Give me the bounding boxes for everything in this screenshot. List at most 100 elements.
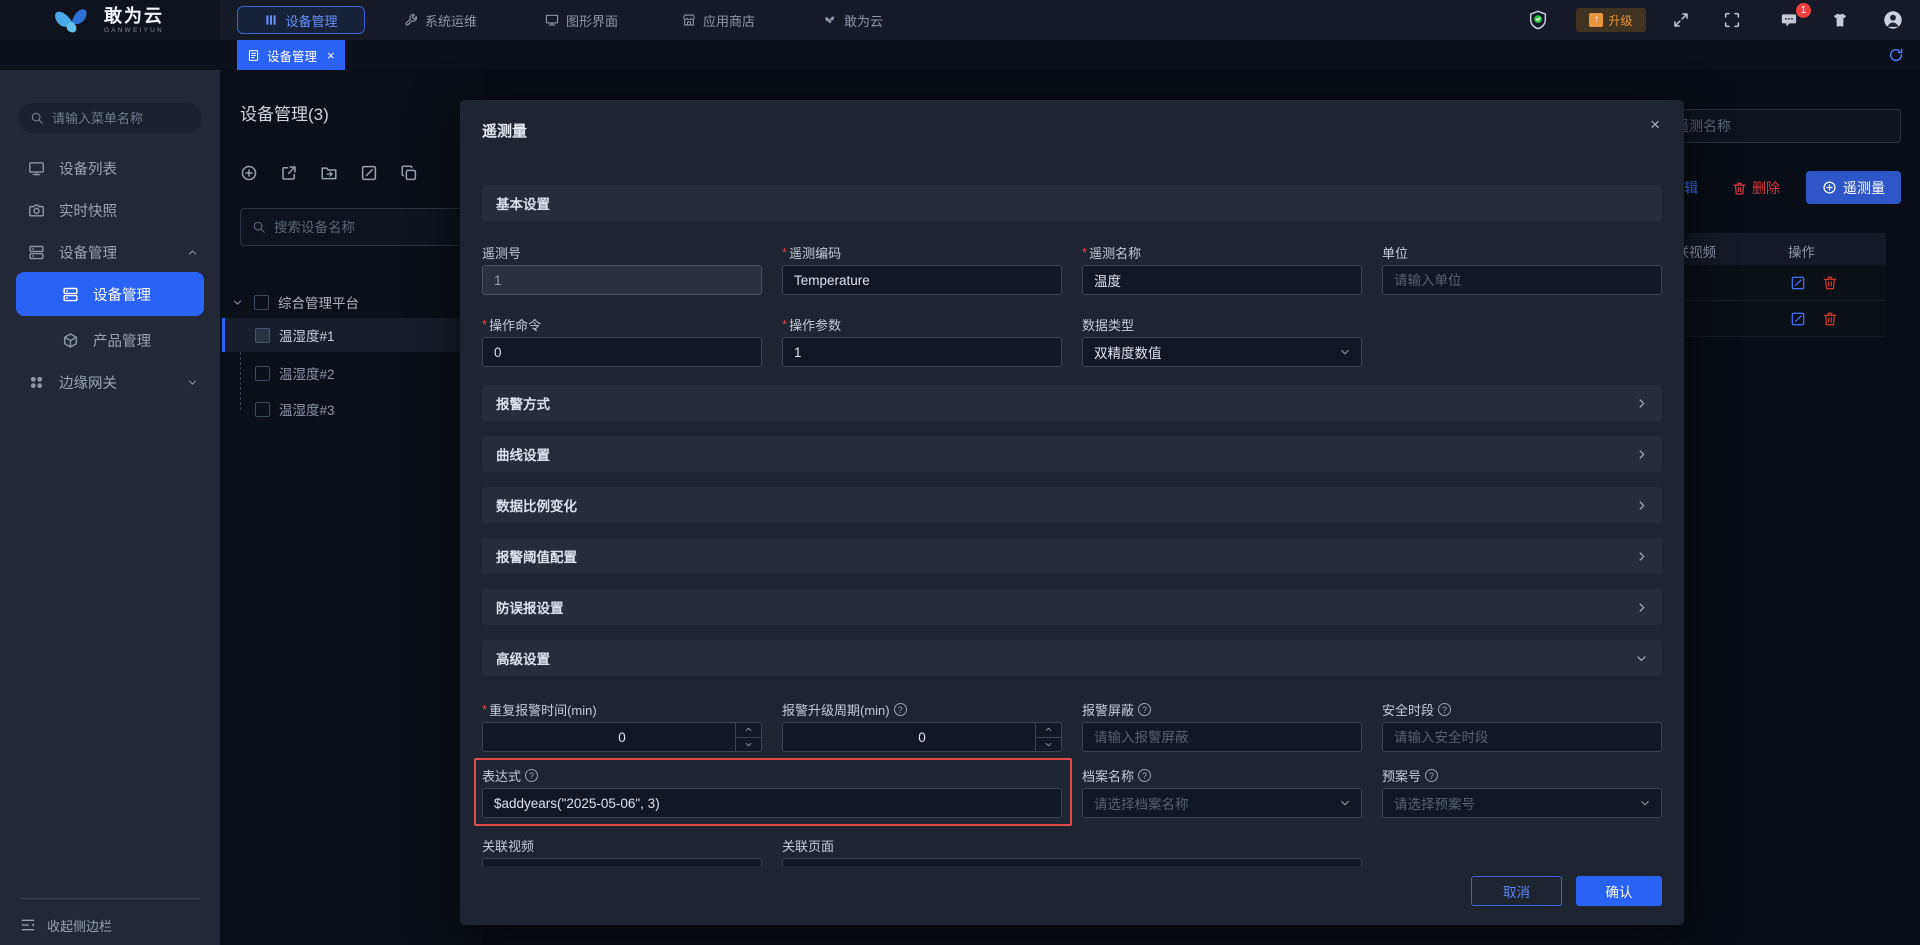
field-label-command: 操作命令 <box>482 315 541 334</box>
sidebar: 设备列表 实时快照 设备管理 设备管理 产品管理 边缘网关 收起侧边栏 <box>0 40 220 945</box>
device-search-input[interactable] <box>274 220 444 235</box>
confirm-button[interactable]: 确认 <box>1576 876 1662 906</box>
unit-field[interactable] <box>1382 265 1662 295</box>
fullscreen-icon[interactable] <box>1672 11 1690 29</box>
sidebar-item-snapshot[interactable]: 实时快照 <box>0 194 220 226</box>
server-icon <box>62 286 79 303</box>
tree-item-checkbox[interactable] <box>255 366 270 381</box>
tab-close-icon[interactable]: × <box>327 48 335 63</box>
tree-item-label: 温湿度#2 <box>279 363 335 383</box>
edit-icon[interactable] <box>360 164 378 182</box>
section-advanced-settings[interactable]: 高级设置 <box>482 640 1662 676</box>
store-icon <box>682 13 696 27</box>
chevron-up-icon <box>744 725 753 734</box>
sidebar-group-device-management[interactable]: 设备管理 <box>0 236 220 268</box>
search-icon <box>252 220 266 234</box>
help-icon[interactable]: ? <box>894 703 907 716</box>
nav-item-system-ops[interactable]: 系统运维 <box>404 0 477 40</box>
sidebar-item-label: 设备管理 <box>59 242 117 263</box>
section-data-scale[interactable]: 数据比例变化 <box>482 487 1662 523</box>
refresh-icon[interactable] <box>1888 47 1904 63</box>
stepper-down-button[interactable] <box>1036 738 1061 752</box>
repeat-alarm-input[interactable] <box>483 723 761 751</box>
help-icon[interactable]: ? <box>1438 703 1451 716</box>
section-alarm-method[interactable]: 报警方式 <box>482 385 1662 421</box>
param-field[interactable] <box>782 337 1062 367</box>
sidebar-search-input[interactable] <box>52 111 182 126</box>
tab-device-management[interactable]: 设备管理 × <box>237 40 345 70</box>
tree-item-checkbox[interactable] <box>255 328 270 343</box>
stepper-up-button[interactable] <box>1036 723 1061 738</box>
sidebar-search[interactable] <box>18 103 202 133</box>
safe-period-field[interactable] <box>1382 722 1662 752</box>
stepper-down-button[interactable] <box>736 738 761 752</box>
telemetry-modal: 遥测量 基本设置 遥测号 遥测编码 遥测名称 单位 操作命令 操作参数 数据类型 <box>460 100 1684 925</box>
sidebar-group-edge-gateway[interactable]: 边缘网关 <box>0 366 220 398</box>
tree-item-sensor-1[interactable]: 温湿度#1 <box>222 318 481 352</box>
cancel-button[interactable]: 取消 <box>1471 876 1562 906</box>
nav-item-device-management[interactable]: 设备管理 <box>237 6 365 34</box>
export-icon[interactable] <box>280 164 298 182</box>
modal-close-icon[interactable]: × <box>1650 116 1660 133</box>
theme-shirt-icon[interactable] <box>1831 11 1849 29</box>
tree-item-sensor-3[interactable]: 温湿度#3 <box>222 392 481 426</box>
upgrade-button[interactable]: ↑ 升级 <box>1576 8 1646 32</box>
help-icon[interactable]: ? <box>1138 769 1151 782</box>
tree-item-sensor-2[interactable]: 温湿度#2 <box>222 356 481 390</box>
nav-item-ganwei-cloud[interactable]: 敢为云 <box>823 0 883 40</box>
command-field[interactable] <box>482 337 762 367</box>
telemetry-code-field[interactable] <box>782 265 1062 295</box>
nav-label: 图形界面 <box>566 11 618 30</box>
row-edit-icon[interactable] <box>1790 275 1806 291</box>
sidebar-item-device-management-active[interactable]: 设备管理 <box>16 272 204 316</box>
collapse-sidebar-button[interactable]: 收起侧边栏 <box>0 912 220 938</box>
related-page-select[interactable] <box>782 858 1362 866</box>
add-device-icon[interactable] <box>240 164 258 182</box>
nav-label: 应用商店 <box>703 11 755 30</box>
help-icon[interactable]: ? <box>1425 769 1438 782</box>
nav-label: 设备管理 <box>285 11 337 30</box>
add-telemetry-button[interactable]: 遥测量 <box>1806 171 1901 204</box>
stepper-controls <box>735 723 761 751</box>
tree-root-platform[interactable]: 综合管理平台 <box>220 290 481 314</box>
data-type-value: 双精度数值 <box>1094 342 1162 362</box>
chevron-up-icon <box>187 247 198 258</box>
alarm-mask-field[interactable] <box>1082 722 1362 752</box>
nav-item-app-store[interactable]: 应用商店 <box>682 0 755 40</box>
help-icon[interactable]: ? <box>525 769 538 782</box>
user-avatar[interactable] <box>1882 9 1904 31</box>
tab-bar: 设备管理 × <box>0 40 1920 70</box>
repeat-alarm-stepper[interactable] <box>482 722 762 752</box>
row-delete-icon[interactable] <box>1822 275 1838 291</box>
tree-item-checkbox[interactable] <box>255 402 270 417</box>
device-search[interactable] <box>240 208 486 246</box>
move-to-folder-icon[interactable] <box>320 164 338 182</box>
plan-select[interactable]: 请选择预案号 <box>1382 788 1662 818</box>
caret-down-icon[interactable] <box>232 297 243 308</box>
data-type-select[interactable]: 双精度数值 <box>1082 337 1362 367</box>
sidebar-item-device-list[interactable]: 设备列表 <box>0 152 220 184</box>
archive-select[interactable]: 请选择档案名称 <box>1082 788 1362 818</box>
butterfly-icon <box>823 13 837 27</box>
delete-telemetry-button[interactable]: 删除 <box>1732 178 1780 198</box>
row-delete-icon[interactable] <box>1822 311 1838 327</box>
upgrade-cycle-stepper[interactable] <box>782 722 1062 752</box>
section-curve-settings[interactable]: 曲线设置 <box>482 436 1662 472</box>
expression-field[interactable] <box>482 788 1062 818</box>
nav-item-graphic-ui[interactable]: 图形界面 <box>545 0 618 40</box>
section-false-alarm[interactable]: 防误报设置 <box>482 589 1662 625</box>
stepper-up-button[interactable] <box>736 723 761 738</box>
section-alarm-threshold[interactable]: 报警阈值配置 <box>482 538 1662 574</box>
row-edit-icon[interactable] <box>1790 311 1806 327</box>
copy-icon[interactable] <box>400 164 418 182</box>
sidebar-item-product-management[interactable]: 产品管理 <box>0 324 220 356</box>
security-shield-icon[interactable] <box>1527 9 1549 31</box>
related-video-select[interactable] <box>482 858 762 866</box>
help-icon[interactable]: ? <box>1138 703 1151 716</box>
telemetry-name-field[interactable] <box>1082 265 1362 295</box>
upgrade-cycle-input[interactable] <box>783 723 1061 751</box>
frame-capture-icon[interactable] <box>1723 11 1741 29</box>
messages-icon[interactable] <box>1780 11 1798 29</box>
tree-root-checkbox[interactable] <box>254 295 269 310</box>
doc-icon <box>247 49 260 62</box>
